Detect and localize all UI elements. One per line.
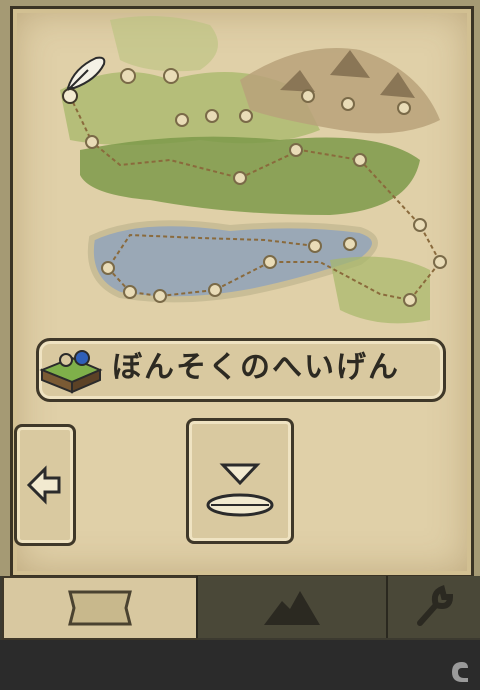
current-position-node[interactable]	[62, 88, 78, 104]
descend-button[interactable]	[186, 418, 294, 544]
tab-settings[interactable]	[386, 576, 480, 638]
game-frame: ぼんそくのへいげん	[0, 0, 480, 640]
southern-plains	[330, 256, 430, 324]
tab-terrain[interactable]	[196, 576, 386, 638]
mountain-icon	[264, 591, 320, 625]
northern-fields	[110, 16, 218, 72]
watermark-logo-icon	[452, 662, 468, 682]
map-scroll-icon	[68, 590, 132, 626]
back-button[interactable]	[14, 424, 76, 546]
forest-area	[80, 136, 420, 215]
location-name: ぼんそくのへいげん	[112, 350, 400, 385]
tab-bar	[0, 576, 480, 640]
arrow-left-icon	[26, 465, 61, 505]
bottom-bar	[0, 640, 480, 690]
tab-map[interactable]	[2, 576, 198, 640]
descend-icon	[206, 463, 274, 517]
plains-location-icon	[39, 350, 103, 394]
wrench-icon	[417, 584, 454, 626]
